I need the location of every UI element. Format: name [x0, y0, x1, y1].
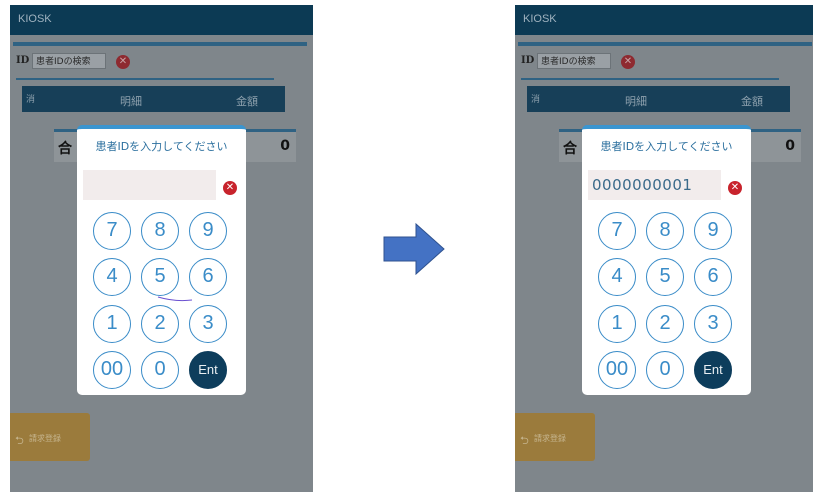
key-2[interactable]: 2: [141, 305, 179, 343]
key-7[interactable]: 7: [93, 212, 131, 250]
key-4[interactable]: 4: [598, 258, 636, 296]
screen-after: KIOSK ID 患者IDの検索 ✕ 消 明細 金額 合 0 ⮌ 請求登録 患者…: [515, 5, 813, 492]
id-label: ID: [16, 55, 30, 66]
column-header-amount: 金額: [741, 95, 763, 108]
register-billing-button[interactable]: ⮌ 請求登録: [515, 413, 595, 461]
key-0[interactable]: 0: [141, 351, 179, 389]
key-00[interactable]: 00: [598, 351, 636, 389]
column-header-delete: 消: [531, 95, 541, 105]
app-header: KIOSK: [515, 5, 813, 35]
enter-key[interactable]: Ent: [189, 351, 227, 389]
key-9[interactable]: 9: [694, 212, 732, 250]
divider: [13, 42, 307, 46]
total-label: 合: [563, 141, 577, 157]
key-6[interactable]: 6: [189, 258, 227, 296]
app-title: KIOSK: [523, 13, 557, 25]
column-header-details: 明細: [625, 95, 647, 108]
key-7[interactable]: 7: [598, 212, 636, 250]
enter-key[interactable]: Ent: [694, 351, 732, 389]
key-5[interactable]: 5: [141, 258, 179, 296]
divider: [16, 78, 274, 80]
key-3[interactable]: 3: [694, 305, 732, 343]
clear-search-icon[interactable]: ✕: [621, 55, 635, 69]
key-1[interactable]: 1: [598, 305, 636, 343]
return-icon: ⮌: [520, 434, 529, 447]
clear-input-icon[interactable]: ✕: [223, 181, 237, 195]
clear-search-icon[interactable]: ✕: [116, 55, 130, 69]
key-8[interactable]: 8: [646, 212, 684, 250]
dialog-title: 患者IDを入力してください: [95, 140, 228, 153]
app-header: KIOSK: [10, 5, 313, 35]
key-5[interactable]: 5: [646, 258, 684, 296]
screen-before: KIOSK ID 患者IDの検索 ✕ 消 明細 金額 合 0 ⮌ 請求登録 患者…: [10, 5, 313, 492]
total-value: 0: [280, 138, 290, 154]
register-billing-button[interactable]: ⮌ 請求登録: [10, 413, 90, 461]
clear-input-icon[interactable]: ✕: [728, 181, 742, 195]
pen-stroke-mark: [157, 296, 193, 302]
patient-id-input[interactable]: 0000000001: [588, 170, 721, 200]
key-8[interactable]: 8: [141, 212, 179, 250]
id-label: ID: [521, 55, 535, 66]
patient-id-search-input[interactable]: 患者IDの検索: [32, 53, 106, 69]
key-1[interactable]: 1: [93, 305, 131, 343]
divider: [518, 42, 812, 46]
total-value: 0: [785, 138, 795, 154]
right-arrow-icon: [383, 222, 445, 276]
app-title: KIOSK: [18, 13, 52, 25]
total-label: 合: [58, 141, 72, 157]
key-9[interactable]: 9: [189, 212, 227, 250]
column-header-amount: 金額: [236, 95, 258, 108]
register-billing-label: 請求登録: [29, 434, 61, 443]
id-search-row: ID 患者IDの検索 ✕: [16, 52, 236, 74]
dialog-title: 患者IDを入力してください: [600, 140, 733, 153]
key-4[interactable]: 4: [93, 258, 131, 296]
table-header: 消 明細 金額: [22, 86, 285, 112]
key-6[interactable]: 6: [694, 258, 732, 296]
table-header: 消 明細 金額: [527, 86, 790, 112]
column-header-delete: 消: [26, 95, 36, 105]
key-2[interactable]: 2: [646, 305, 684, 343]
key-00[interactable]: 00: [93, 351, 131, 389]
patient-id-dialog: 患者IDを入力してください 0000000001 ✕ 7 8 9 4 5 6 1…: [582, 125, 751, 395]
return-icon: ⮌: [15, 434, 24, 447]
patient-id-search-input[interactable]: 患者IDの検索: [537, 53, 611, 69]
register-billing-label: 請求登録: [534, 434, 566, 443]
patient-id-input[interactable]: [83, 170, 216, 200]
key-3[interactable]: 3: [189, 305, 227, 343]
column-header-details: 明細: [120, 95, 142, 108]
id-search-row: ID 患者IDの検索 ✕: [521, 52, 741, 74]
key-0[interactable]: 0: [646, 351, 684, 389]
divider: [521, 78, 779, 80]
patient-id-dialog: 患者IDを入力してください ✕ 7 8 9 4 5 6 1 2 3 00 0 E…: [77, 125, 246, 395]
